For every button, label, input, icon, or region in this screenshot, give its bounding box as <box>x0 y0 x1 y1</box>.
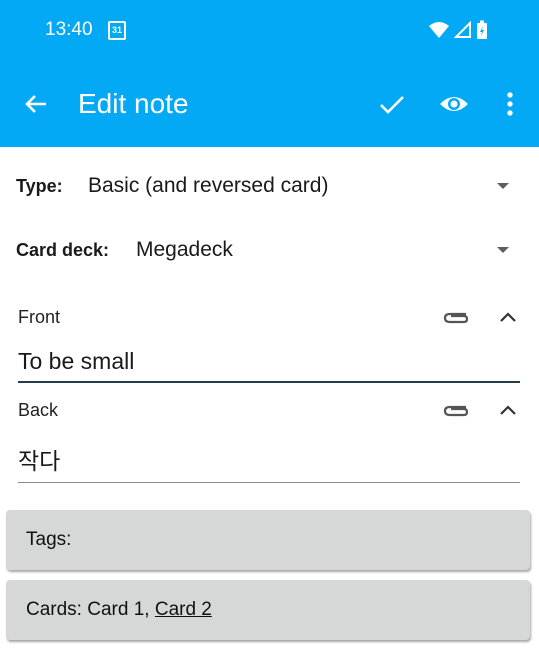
dropdown-arrow-icon <box>497 183 509 189</box>
paperclip-icon <box>443 312 469 324</box>
cards-button[interactable]: Cards: Card 1, Card 2 <box>6 580 530 640</box>
eye-icon <box>440 97 468 111</box>
arrow-back-icon <box>25 95 46 113</box>
more-options-button[interactable] <box>494 88 526 120</box>
back-button[interactable] <box>20 88 52 120</box>
calendar-notification-icon: 31 <box>108 21 126 40</box>
tags-button[interactable]: Tags: <box>6 510 530 570</box>
front-field-input[interactable]: To be small <box>18 348 520 383</box>
check-icon <box>380 96 404 114</box>
back-field-label: Back <box>18 400 59 420</box>
dropdown-arrow-icon <box>497 247 509 253</box>
card-1-label: Card 1, <box>87 599 150 620</box>
front-collapse-button[interactable] <box>496 305 524 329</box>
deck-label: Card deck: <box>16 239 110 260</box>
front-field-label: Front <box>18 307 61 327</box>
save-button[interactable] <box>376 88 408 120</box>
more-vert-icon <box>507 92 513 116</box>
back-collapse-button[interactable] <box>496 398 524 422</box>
tags-label: Tags: <box>26 529 72 550</box>
paperclip-icon <box>443 405 469 417</box>
cards-label: Cards: <box>26 599 82 620</box>
cell-signal-icon <box>454 21 471 38</box>
note-type-label: Type: <box>16 175 63 196</box>
status-time: 13:40 <box>45 19 93 40</box>
back-attach-button[interactable] <box>442 398 470 422</box>
app-bar: 13:40 31 Edit note <box>0 0 539 147</box>
page-title: Edit note <box>78 88 189 119</box>
back-field-input[interactable]: 작다 <box>18 442 520 483</box>
chevron-up-icon <box>500 312 516 322</box>
deck-value: Megadeck <box>136 238 233 261</box>
card-2-link[interactable]: Card 2 <box>155 599 212 621</box>
status-icons <box>428 20 488 40</box>
battery-charging-icon <box>477 20 487 39</box>
front-attach-button[interactable] <box>442 305 470 329</box>
deck-selector[interactable]: Card deck: Megadeck <box>16 234 517 266</box>
chevron-up-icon <box>500 405 516 415</box>
wifi-icon <box>429 22 449 38</box>
note-type-value: Basic (and reversed card) <box>88 174 329 197</box>
preview-button[interactable] <box>438 88 470 120</box>
note-type-selector[interactable]: Type: Basic (and reversed card) <box>16 170 517 202</box>
